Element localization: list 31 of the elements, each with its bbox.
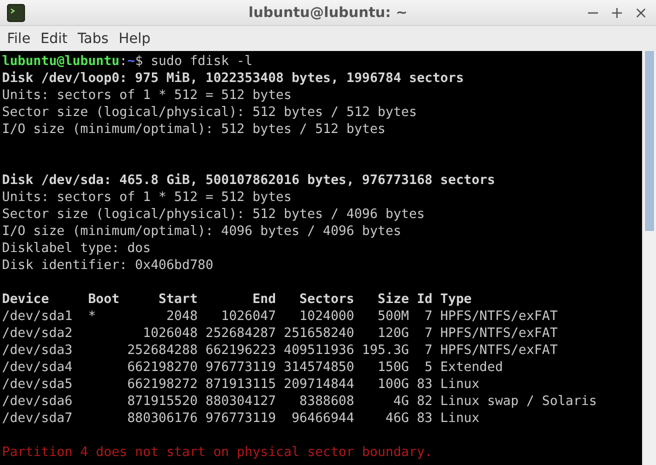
output-line: /dev/sda1 * 2048 1026047 1024000 500M 7 HPFS/NTFS/exFAT bbox=[2, 308, 558, 325]
menu-item[interactable]: Tabs bbox=[72, 30, 114, 46]
scrollbar[interactable] bbox=[642, 51, 656, 465]
maximize-button[interactable]: + bbox=[606, 2, 628, 24]
output-line: /dev/sda4 662198270 976773119 314574850 150G 5 Extended bbox=[2, 359, 503, 376]
output-line: /dev/sda2 1026048 252684287 251658240 120G 7 HPFS/NTFS/exFAT bbox=[2, 325, 558, 342]
output-line: I/O size (minimum/optimal): 4096 bytes / 4096 bytes bbox=[2, 223, 402, 240]
menu-item[interactable]: File bbox=[2, 30, 36, 46]
output-line: Sector size (logical/physical): 512 bytes / 512 bytes bbox=[2, 104, 417, 121]
output-line: /dev/sda6 871915520 880304127 8388608 4G 82 Linux swap / Solaris bbox=[2, 393, 597, 410]
scroll-thumb[interactable] bbox=[645, 51, 654, 231]
output-line: Units: sectors of 1 * 512 = 512 bytes bbox=[2, 189, 292, 206]
output-line: Disklabel type: dos bbox=[2, 240, 151, 257]
window-title: lubuntu@lubuntu: ~ bbox=[248, 4, 408, 20]
output-line: /dev/sda5 662198272 871913115 209714844 100G 83 Linux bbox=[2, 376, 480, 393]
menu-item[interactable]: Edit bbox=[35, 30, 73, 46]
output-line: Disk /dev/sda: 465.8 GiB, 500107862016 bytes, 976773168 sectors bbox=[2, 172, 496, 189]
prompt-line: lubuntu@lubuntu:~$ sudo fdisk -l bbox=[2, 53, 252, 70]
error-line: Partition 4 does not start on physical sector boundary. bbox=[2, 444, 432, 461]
output-line: /dev/sda7 880306176 976773119 96466944 46G 83 Linux bbox=[2, 410, 480, 427]
menu-item[interactable]: Help bbox=[114, 30, 156, 46]
output-line: Disk identifier: 0x406bd780 bbox=[2, 257, 214, 274]
output-line: /dev/sda3 252684288 662196223 409511936 195.3G 7 HPFS/NTFS/exFAT bbox=[2, 342, 558, 359]
close-button[interactable]: × bbox=[630, 2, 652, 24]
terminal-icon bbox=[7, 4, 25, 22]
output-line: Sector size (logical/physical): 512 bytes / 4096 bytes bbox=[2, 206, 425, 223]
output-line: Device Boot Start End Sectors Size Id Type bbox=[2, 291, 472, 308]
minimize-button[interactable]: − bbox=[582, 2, 604, 24]
output-line: Disk /dev/loop0: 975 MiB, 1022353408 bytes, 1996784 sectors bbox=[2, 70, 464, 87]
output-line: I/O size (minimum/optimal): 512 bytes / 512 bytes bbox=[2, 121, 386, 138]
output-line: Units: sectors of 1 * 512 = 512 bytes bbox=[2, 87, 292, 104]
